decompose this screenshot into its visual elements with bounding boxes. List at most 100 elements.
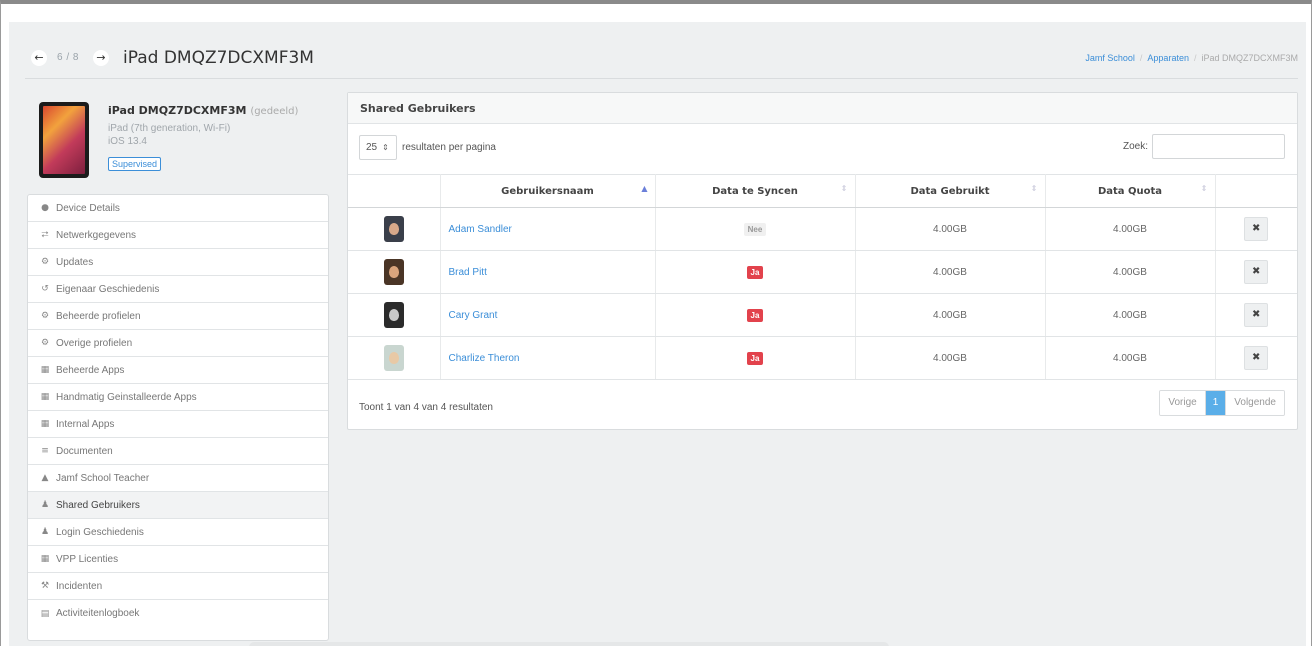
sidebar-item-shared-gebruikers[interactable]: ♟ Shared Gebruikers (28, 492, 328, 519)
device-name: iPad DMQZ7DCXMF3M (gedeeld) (108, 104, 299, 117)
table-row: Adam Sandler Nee 4.00GB 4.00GB ✖ (348, 207, 1297, 251)
arrow-left-icon[interactable]: ← (31, 50, 47, 66)
breadcrumb-apparaten[interactable]: Apparaten (1147, 53, 1189, 63)
arrow-right-icon[interactable]: → (93, 50, 109, 66)
sidebar-item-label: Overige profielen (56, 337, 133, 349)
table-header-row: Gebruikersnaam ▲ Data te Syncen ⇕ Data Geb… (348, 174, 1297, 208)
avatar (383, 302, 404, 328)
delete-user-button[interactable]: ✖ (1244, 260, 1269, 284)
gears-icon: ⚙ (40, 257, 50, 267)
device-image (39, 102, 89, 178)
username-cell: Adam Sandler (440, 207, 656, 251)
breadcrumb-jamf-school[interactable]: Jamf School (1085, 53, 1135, 63)
file-icon: ▤ (40, 608, 50, 619)
column-header-username[interactable]: Gebruikersnaam ▲ (440, 174, 656, 208)
sidebar-menu: ● Device Details ⮂ Netwerkgegevens ⚙ Updates ↺… (27, 194, 329, 641)
apps-icon: ▦ (40, 554, 50, 564)
sidebar-item-device-details[interactable]: ● Device Details (28, 195, 328, 222)
close-icon: ✖ (1252, 352, 1261, 363)
page-length-select[interactable]: 25 ⇕ (359, 135, 397, 160)
actions-cell: ✖ (1215, 336, 1297, 380)
sidebar-item-eigenaar-geschiedenis[interactable]: ↺ Eigenaar Geschiedenis (28, 276, 328, 303)
sync-badge: Nee (743, 222, 767, 236)
sidebar-item-label: Handmatig Geinstalleerde Apps (56, 391, 197, 403)
username-cell: Brad Pitt (440, 250, 656, 294)
network-icon: ⮂ (41, 230, 49, 240)
username-link[interactable]: Adam Sandler (449, 224, 512, 235)
sidebar-item-label: Shared Gebruikers (56, 499, 140, 511)
avatar-cell (348, 250, 441, 294)
quota-cell: 4.00GB (1045, 293, 1216, 337)
delete-user-button[interactable]: ✖ (1244, 217, 1269, 241)
sidebar-item-label: Eigenaar Geschiedenis (56, 283, 160, 295)
window-frame: ← 6 / 8 → iPad DMQZ7DCXMF3M Jamf School /… (0, 0, 1312, 646)
sidebar-item-label: Documenten (56, 445, 113, 457)
apps-icon: ▦ (40, 365, 50, 375)
sidebar-item-login-geschiedenis[interactable]: ♟ Login Geschiedenis (28, 519, 328, 546)
nav-counter: 6 / 8 (57, 52, 79, 63)
sidebar-item-updates[interactable]: ⚙ Updates (28, 249, 328, 276)
sidebar-item-netwerkgegevens[interactable]: ⮂ Netwerkgegevens (28, 222, 328, 249)
page-length-label: resultaten per pagina (402, 142, 496, 153)
sidebar-item-label: Updates (56, 256, 94, 268)
sidebar-item-beheerde-profielen[interactable]: ⚙ Beheerde profielen (28, 303, 328, 330)
column-header-quota[interactable]: Data Quota ⇕ (1045, 174, 1216, 208)
username-cell: Charlize Theron (440, 336, 656, 380)
pagination-next[interactable]: Volgende (1226, 391, 1284, 415)
delete-user-button[interactable]: ✖ (1244, 346, 1269, 370)
sidebar-item-incidenten[interactable]: ⚒ Incidenten (28, 573, 328, 600)
sidebar-item-beheerde-apps[interactable]: ▦ Beheerde Apps (28, 357, 328, 384)
username-link[interactable]: Charlize Theron (449, 353, 520, 364)
username-link[interactable]: Brad Pitt (449, 267, 487, 278)
close-icon: ✖ (1252, 266, 1261, 277)
breadcrumb: Jamf School / Apparaten / iPad DMQZ7DCXMF3M (1085, 53, 1298, 63)
sync-cell: Nee (655, 207, 856, 251)
pagination-previous[interactable]: Vorige (1160, 391, 1206, 415)
page-content: ← 6 / 8 → iPad DMQZ7DCXMF3M Jamf School /… (9, 22, 1306, 646)
sort-updown-icon: ⇕ (382, 143, 389, 152)
sidebar-item-overige-profielen[interactable]: ⚙ Overige profielen (28, 330, 328, 357)
sidebar-item-jamf-school-teacher[interactable]: ▲ Jamf School Teacher (28, 465, 328, 492)
sync-cell: Ja (655, 293, 856, 337)
pagination-page-1[interactable]: 1 (1205, 391, 1227, 415)
page-length-control: 25 ⇕ resultaten per pagina (359, 135, 496, 160)
used-cell: 4.00GB (855, 250, 1046, 294)
users-icon: ♟ (40, 500, 50, 510)
shared-label: (gedeeld) (250, 106, 299, 117)
apps-icon: ▦ (40, 392, 50, 402)
column-header-avatar (348, 174, 441, 208)
avatar (383, 259, 404, 285)
horizontal-scrollbar[interactable] (249, 642, 889, 646)
sidebar-item-handmatig-geinstalleerde-apps[interactable]: ▦ Handmatig Geinstalleerde Apps (28, 384, 328, 411)
sidebar-item-label: VPP Licenties (56, 553, 119, 565)
column-header-sync[interactable]: Data te Syncen ⇕ (655, 174, 856, 208)
sidebar-item-activiteitenlogboek[interactable]: ▤ Activiteitenlogboek (28, 600, 328, 627)
table-row: Cary Grant Ja 4.00GB 4.00GB ✖ (348, 293, 1297, 337)
sidebar-item-documenten[interactable]: ≡ Documenten (28, 438, 328, 465)
quota-cell: 4.00GB (1045, 207, 1216, 251)
sidebar-item-label: Device Details (56, 202, 120, 214)
sort-icon: ⇕ (1030, 184, 1038, 193)
username-link[interactable]: Cary Grant (449, 310, 498, 321)
header-divider (25, 78, 1298, 79)
breadcrumb-current: iPad DMQZ7DCXMF3M (1201, 53, 1298, 63)
sidebar-item-vpp-licenties[interactable]: ▦ VPP Licenties (28, 546, 328, 573)
column-header-used[interactable]: Data Gebruikt ⇕ (855, 174, 1046, 208)
gears-icon: ⚙ (40, 311, 50, 321)
users-table: Gebruikersnaam ▲ Data te Syncen ⇕ Data Geb… (348, 174, 1297, 380)
sidebar-item-label: Incidenten (56, 580, 103, 592)
sidebar-item-label: Beheerde Apps (56, 364, 125, 376)
sort-asc-icon: ▲ (641, 184, 648, 193)
actions-cell: ✖ (1215, 250, 1297, 294)
used-cell: 4.00GB (855, 336, 1046, 380)
sync-badge: Ja (746, 308, 764, 322)
actions-cell: ✖ (1215, 207, 1297, 251)
sidebar-item-internal-apps[interactable]: ▦ Internal Apps (28, 411, 328, 438)
delete-user-button[interactable]: ✖ (1244, 303, 1269, 327)
search-control: Zoek: (1123, 134, 1285, 159)
device-model: iPad (7th generation, Wi-Fi) (108, 123, 231, 134)
search-input[interactable] (1152, 134, 1285, 159)
pagination: Vorige 1 Volgende (1159, 390, 1285, 416)
quota-cell: 4.00GB (1045, 336, 1216, 380)
gears-icon: ⚙ (40, 338, 50, 348)
